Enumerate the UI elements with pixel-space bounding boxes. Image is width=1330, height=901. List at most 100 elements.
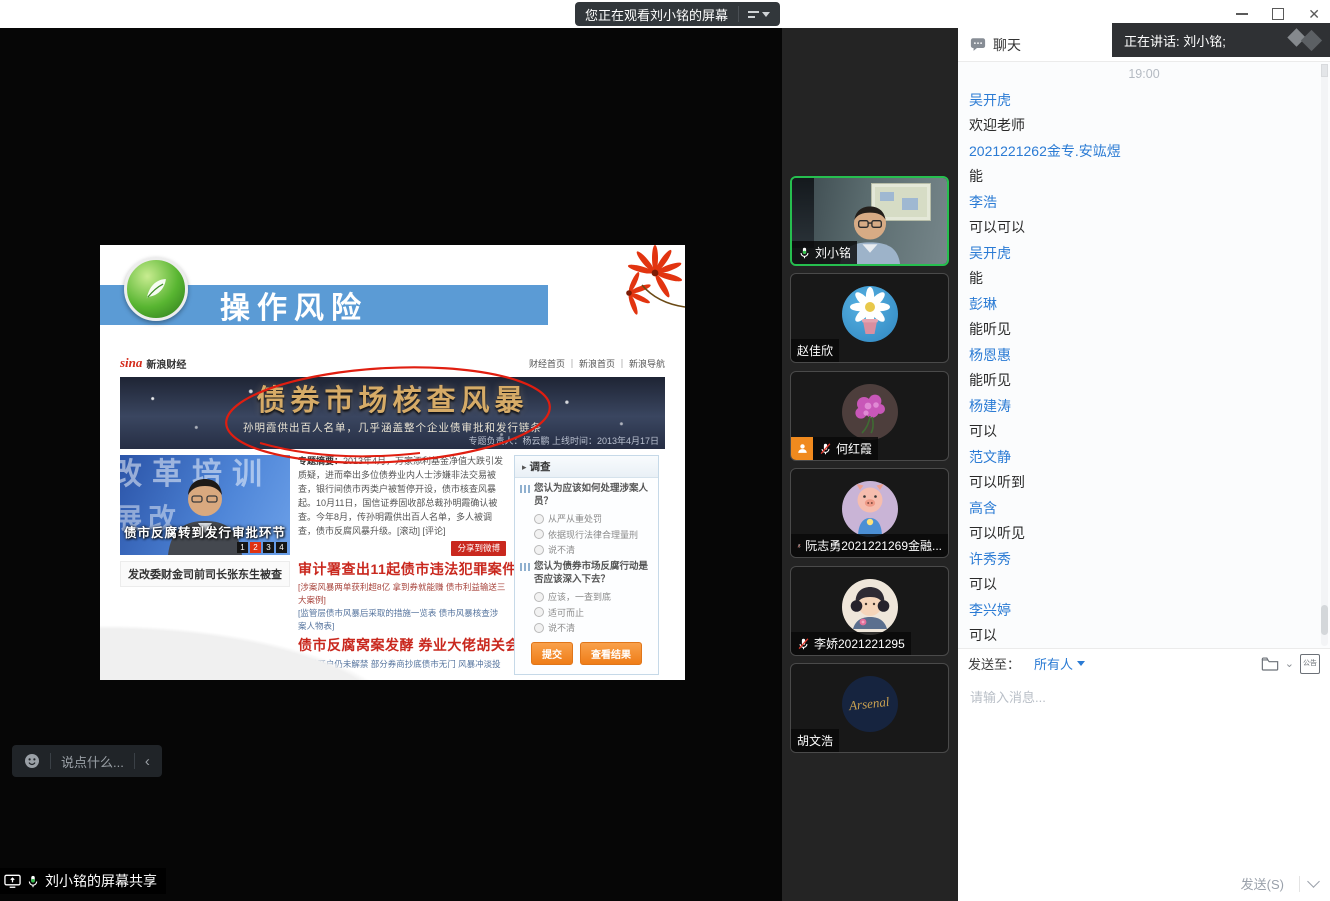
survey-q1-option: 从严从重处罚 (515, 510, 658, 526)
send-to-dropdown[interactable]: 所有人 (1034, 654, 1085, 673)
participant-tile-ruan-zhiyong[interactable]: 阮志勇2021221269金融... (790, 468, 949, 558)
news-headline: 债券市场核查风暴 (120, 377, 665, 419)
collapse-icon[interactable]: ‹ (145, 753, 150, 770)
chat-message: 能听见 (958, 368, 1330, 394)
share-to-weibo-button: 分享到微博 (451, 541, 506, 556)
mic-muted-icon (797, 539, 801, 553)
radio-icon (534, 623, 544, 633)
sina-logo: sina (120, 355, 142, 371)
send-options-chevron-icon[interactable] (1307, 875, 1320, 888)
poll-chart-icon (520, 563, 530, 571)
chat-timestamp: 19:00 (958, 62, 1330, 88)
participant-name: 胡文浩 (797, 732, 833, 749)
chat-bubble-icon (970, 37, 986, 52)
survey-q2: 您认为债券市场反腐行动是否应该深入下去？ (534, 561, 653, 587)
pig-avatar-icon (842, 481, 898, 537)
send-row: 发送(S) (958, 866, 1330, 901)
participant-tile-he-hongxia[interactable]: 何红霞 (790, 371, 949, 461)
news-screenshot: sina 新浪财经 财经首页 ｜ 新浪首页 ｜ 新浪导航 债券市场核查风暴 孙明… (120, 353, 665, 680)
survey-q1-option: 说不清 (515, 541, 658, 557)
news-banner: 债券市场核查风暴 孙明霞供出百人名单，几乎涵盖整个企业债审批和发行链条 专题负责… (120, 377, 665, 449)
participant-tile-hu-wenhao[interactable]: Arsenal 胡文浩 (790, 663, 949, 753)
avatar (842, 384, 898, 440)
divider (50, 753, 51, 769)
chat-message: 可以可以 (958, 215, 1330, 241)
chat-sender: 吴开虎 (958, 241, 1330, 267)
survey-submit-button: 提交 (531, 642, 573, 665)
participant-tile-zhao-jiaxin[interactable]: 赵佳欣 (790, 273, 949, 363)
speaking-banner: 正在讲话: 刘小铭; (1112, 23, 1330, 57)
chat-scrollbar-button[interactable] (1321, 64, 1328, 77)
chat-message: 可以听到 (958, 470, 1330, 496)
watermark-icon (1284, 25, 1328, 55)
photo-subcaption: 发改委财金司前司长张东生被查 (120, 561, 290, 587)
chat-sender: 李浩 (958, 190, 1330, 216)
abstract-text: 2013年4月，万家添利基金净值大跌引发质疑，进而牵出多位债券业内人士涉嫌非法交… (298, 456, 503, 536)
mic-muted-icon (819, 442, 832, 456)
quick-chat-placeholder[interactable]: 说点什么... (61, 752, 124, 771)
chat-sender: 范文静 (958, 445, 1330, 471)
chat-scrollbar-thumb[interactable] (1321, 605, 1328, 635)
survey-title: 调查 (530, 461, 551, 473)
arsenal-logo-text: Arsenal (849, 694, 891, 714)
news-headline-1: 审计署查出11起债市违法犯罪案件线索 (298, 559, 506, 581)
presentation-slide: 操作风险 (100, 245, 685, 680)
chat-message: 能听见 (958, 317, 1330, 343)
photo-pagination: 1 2 3 4 (237, 542, 287, 553)
folder-chevron-icon[interactable]: ⌄ (1285, 657, 1294, 670)
smiley-icon[interactable] (24, 753, 40, 769)
screen-share-banner: 刘小铭的屏幕共享 (0, 868, 166, 894)
screen-watch-pill[interactable]: 您正在观看刘小铭的屏幕 (575, 2, 780, 26)
chat-sender: 李兴婷 (958, 598, 1330, 624)
mic-on-icon (798, 246, 811, 260)
close-icon[interactable]: ✕ (1308, 7, 1320, 21)
slide-title: 操作风险 (220, 283, 368, 327)
survey-q2-option: 说不清 (515, 619, 658, 635)
folder-icon[interactable] (1261, 656, 1279, 671)
divider (1299, 876, 1300, 892)
mic-on-icon (26, 874, 40, 889)
chat-sender: 彭琳 (958, 292, 1330, 318)
survey-box: ▸调查 您认为应该如何处理涉案人员？ 从严从重处罚 依据现行法律合理量刑 说不清… (514, 455, 659, 675)
pill-menu-icon[interactable] (738, 6, 770, 22)
participant-name: 刘小铭 (815, 244, 851, 261)
minimize-icon[interactable] (1236, 13, 1248, 15)
chevron-down-icon (762, 12, 770, 17)
chat-sender: 2021221262金专.安竑煜 (958, 139, 1330, 165)
participant-name: 何红霞 (836, 440, 872, 457)
avatar (842, 481, 898, 537)
chat-input[interactable] (958, 678, 1330, 866)
quick-chat-bar[interactable]: 说点什么... ‹ (12, 745, 162, 777)
news-nav-links: 财经首页 ｜ 新浪首页 ｜ 新浪导航 (529, 357, 665, 370)
shared-screen: 操作风险 (0, 28, 782, 901)
maximize-icon[interactable] (1272, 8, 1284, 20)
news-links-3: [乙类开户仍未解禁 部分券商抄底债市无门 风暴冲淡投券交易] (298, 658, 506, 680)
send-to-label: 发送至： (968, 654, 1020, 673)
radio-icon (534, 545, 544, 555)
survey-q1: 您认为应该如何处理涉案人员？ (534, 483, 653, 509)
survey-arrow-icon: ▸ (522, 462, 527, 472)
chat-message-list: 19:00 吴开虎 欢迎老师 2021221262金专.安竑煜 能 李浩 可以可… (958, 62, 1330, 648)
announcement-icon[interactable]: 公告 (1300, 654, 1320, 674)
participant-name: 赵佳欣 (797, 342, 833, 359)
avatar (842, 286, 898, 342)
poll-chart-icon (520, 485, 530, 493)
survey-q2-option: 适可而止 (515, 603, 658, 619)
speaking-label: 正在讲话: 刘小铭; (1124, 31, 1226, 50)
page-4: 4 (276, 542, 287, 553)
avatar (842, 579, 898, 635)
daisy-avatar-icon (842, 286, 898, 342)
survey-q1-option: 依据现行法律合理量刑 (515, 525, 658, 541)
abstract-label: 专题摘要： (298, 456, 343, 466)
participant-tile-li-jiao[interactable]: 李娇2021221295 (790, 566, 949, 656)
participant-tile-liu-xiaoming[interactable]: 刘小铭 (790, 176, 949, 266)
chat-message: 能 (958, 164, 1330, 190)
chat-message: 可以 (958, 419, 1330, 445)
send-button[interactable]: 发送(S) (1235, 873, 1290, 894)
sina-brand-name: 新浪财经 (146, 356, 186, 371)
radio-icon (534, 592, 544, 602)
chat-scrollbar-track (1321, 64, 1328, 646)
news-summary-column: 专题摘要：2013年4月，万家添利基金净值大跌引发质疑，进而牵出多位债券业内人士… (298, 455, 506, 680)
radio-icon (534, 529, 544, 539)
flower-avatar-icon (842, 384, 898, 440)
